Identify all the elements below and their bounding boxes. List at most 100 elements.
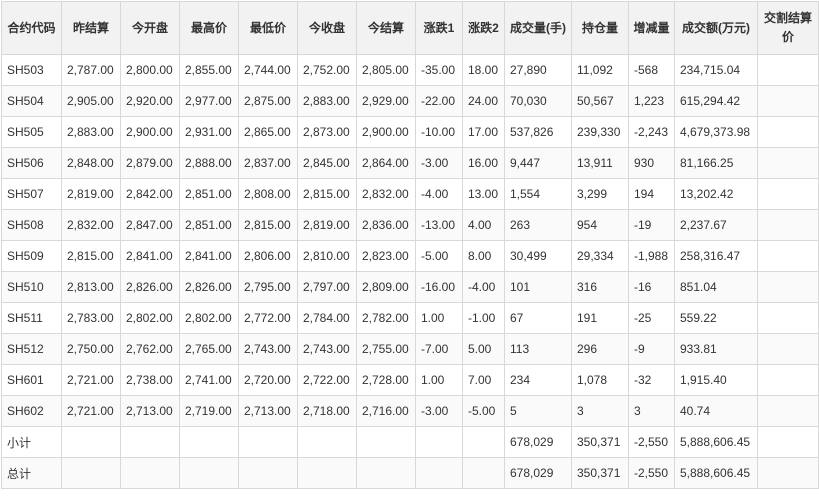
- cell-change-2: 8.00: [462, 240, 505, 272]
- cell-open-interest: 296: [571, 333, 629, 365]
- cell-contract-code: SH511: [1, 302, 62, 334]
- cell-change-1: -22.00: [415, 85, 463, 117]
- cell-open: 2,738.00: [120, 364, 180, 396]
- header-row: 合约代码 昨结算 今开盘 最高价 最低价 今收盘 今结算 涨跌1 涨跌2 成交量…: [1, 1, 819, 55]
- table-row: SH510 2,813.00 2,826.00 2,826.00 2,795.00 2,7…: [1, 271, 819, 303]
- cell-oi-change: -19: [628, 209, 675, 241]
- cell-contract-code: 小计: [1, 426, 62, 458]
- cell-settle: 2,755.00: [356, 333, 416, 365]
- cell-change-2: 4.00: [462, 209, 505, 241]
- cell-open: 2,900.00: [120, 116, 180, 148]
- cell-open-interest: 350,371: [571, 426, 629, 458]
- cell-change-2: 7.00: [462, 364, 505, 396]
- table-row: SH512 2,750.00 2,762.00 2,765.00 2,743.00 2,7…: [1, 333, 819, 365]
- cell-turnover: 13,202.42: [674, 178, 758, 210]
- cell-delivery-price: [757, 333, 819, 365]
- cell-high: 2,826.00: [179, 271, 239, 303]
- cell-close: 2,810.00: [297, 240, 357, 272]
- cell-open-interest: 3,299: [571, 178, 629, 210]
- cell-close: 2,797.00: [297, 271, 357, 303]
- cell-low: 2,743.00: [238, 333, 298, 365]
- cell-settle: 2,716.00: [356, 395, 416, 427]
- cell-prev-settle: 2,813.00: [61, 271, 121, 303]
- cell-settle: 2,805.00: [356, 54, 416, 86]
- cell-close: [297, 457, 357, 489]
- cell-settle: 2,836.00: [356, 209, 416, 241]
- cell-turnover: 851.04: [674, 271, 758, 303]
- cell-open-interest: 350,371: [571, 457, 629, 489]
- cell-low: [238, 426, 298, 458]
- cell-prev-settle: 2,832.00: [61, 209, 121, 241]
- cell-prev-settle: 2,819.00: [61, 178, 121, 210]
- cell-change-1: 1.00: [415, 364, 463, 396]
- cell-contract-code: SH508: [1, 209, 62, 241]
- col-header-change-2: 涨跌2: [462, 1, 505, 55]
- table-row: SH507 2,819.00 2,842.00 2,851.00 2,808.00 2,8…: [1, 178, 819, 210]
- cell-turnover: 559.22: [674, 302, 758, 334]
- table-row: 总计 678,029 350,371 -2,550 5,888,606.45: [1, 457, 819, 489]
- cell-change-1: -10.00: [415, 116, 463, 148]
- cell-low: 2,875.00: [238, 85, 298, 117]
- cell-low: 2,806.00: [238, 240, 298, 272]
- cell-change-1: -3.00: [415, 395, 463, 427]
- cell-volume: 5: [504, 395, 572, 427]
- table-row: SH508 2,832.00 2,847.00 2,851.00 2,815.00 2,8…: [1, 209, 819, 241]
- table-row: SH511 2,783.00 2,802.00 2,802.00 2,772.00 2,7…: [1, 302, 819, 334]
- cell-high: 2,802.00: [179, 302, 239, 334]
- cell-oi-change: -32: [628, 364, 675, 396]
- col-header-change-1: 涨跌1: [415, 1, 463, 55]
- cell-change-1: [415, 457, 463, 489]
- cell-oi-change: -16: [628, 271, 675, 303]
- col-header-low: 最低价: [238, 1, 298, 55]
- cell-open-interest: 1,078: [571, 364, 629, 396]
- cell-volume: 113: [504, 333, 572, 365]
- cell-low: 2,795.00: [238, 271, 298, 303]
- cell-open: 2,802.00: [120, 302, 180, 334]
- cell-change-2: [462, 426, 505, 458]
- cell-delivery-price: [757, 178, 819, 210]
- cell-change-2: -1.00: [462, 302, 505, 334]
- cell-volume: 234: [504, 364, 572, 396]
- cell-change-2: 18.00: [462, 54, 505, 86]
- cell-oi-change: 3: [628, 395, 675, 427]
- cell-low: 2,744.00: [238, 54, 298, 86]
- cell-change-1: [415, 426, 463, 458]
- cell-close: 2,784.00: [297, 302, 357, 334]
- cell-open: 2,847.00: [120, 209, 180, 241]
- cell-open: 2,920.00: [120, 85, 180, 117]
- cell-change-2: [462, 457, 505, 489]
- cell-prev-settle: 2,848.00: [61, 147, 121, 179]
- cell-low: 2,865.00: [238, 116, 298, 148]
- cell-settle: [356, 426, 416, 458]
- cell-high: 2,841.00: [179, 240, 239, 272]
- cell-contract-code: SH601: [1, 364, 62, 396]
- cell-delivery-price: [757, 147, 819, 179]
- cell-change-2: 13.00: [462, 178, 505, 210]
- cell-open-interest: 13,911: [571, 147, 629, 179]
- cell-open: 2,841.00: [120, 240, 180, 272]
- cell-low: 2,815.00: [238, 209, 298, 241]
- cell-high: 2,765.00: [179, 333, 239, 365]
- cell-prev-settle: 2,883.00: [61, 116, 121, 148]
- col-header-open: 今开盘: [120, 1, 180, 55]
- cell-change-2: 24.00: [462, 85, 505, 117]
- futures-quote-table: 合约代码 昨结算 今开盘 最高价 最低价 今收盘 今结算 涨跌1 涨跌2 成交量…: [1, 1, 819, 489]
- cell-change-1: -5.00: [415, 240, 463, 272]
- col-header-settle: 今结算: [356, 1, 416, 55]
- cell-oi-change: -1,988: [628, 240, 675, 272]
- cell-contract-code: SH503: [1, 54, 62, 86]
- cell-close: 2,883.00: [297, 85, 357, 117]
- cell-oi-change: -9: [628, 333, 675, 365]
- cell-change-2: -4.00: [462, 271, 505, 303]
- cell-change-2: 16.00: [462, 147, 505, 179]
- cell-delivery-price: [757, 364, 819, 396]
- cell-settle: 2,809.00: [356, 271, 416, 303]
- cell-contract-code: SH505: [1, 116, 62, 148]
- cell-turnover: 5,888,606.45: [674, 457, 758, 489]
- cell-turnover: 234,715.04: [674, 54, 758, 86]
- cell-high: 2,888.00: [179, 147, 239, 179]
- cell-change-1: -35.00: [415, 54, 463, 86]
- cell-close: 2,815.00: [297, 178, 357, 210]
- cell-low: [238, 457, 298, 489]
- cell-open: 2,762.00: [120, 333, 180, 365]
